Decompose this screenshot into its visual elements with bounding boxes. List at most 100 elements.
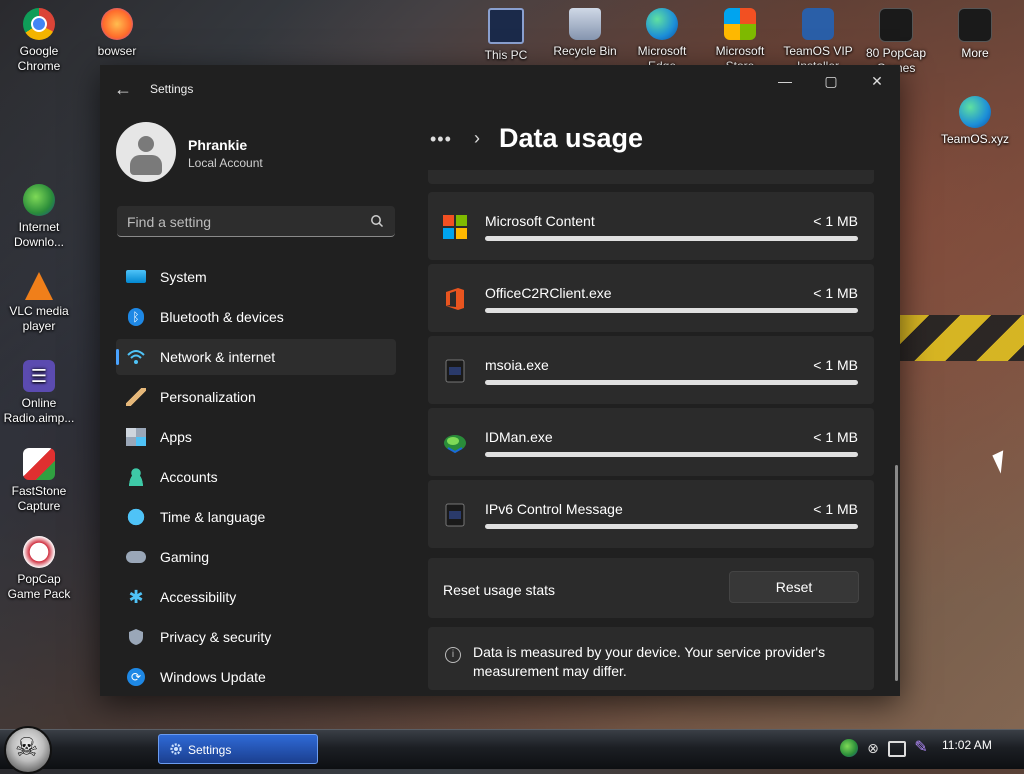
store-icon (724, 8, 756, 40)
sidebar-item-accessibility[interactable]: ✱ Accessibility (116, 579, 396, 615)
exe-icon (445, 359, 465, 383)
desktop-icon-teamos-xyz[interactable]: TeamOS.xyz (937, 96, 1013, 147)
usage-bar (485, 524, 858, 529)
idm-tray-icon[interactable] (840, 739, 858, 757)
monitor-icon (126, 270, 146, 283)
more-folder-icon (958, 8, 992, 42)
computer-icon (488, 8, 524, 44)
search-input[interactable]: Find a setting (117, 206, 395, 237)
pen-tray-icon[interactable]: ✎ (912, 739, 930, 757)
sidebar-item-system[interactable]: System (116, 259, 396, 295)
desktop-icon-this-pc[interactable]: This PC (468, 8, 544, 63)
recycle-bin-icon (569, 8, 601, 40)
avatar-head (138, 136, 154, 152)
usage-bar (485, 236, 858, 241)
list-item[interactable]: msoia.exe < 1 MB (428, 336, 874, 404)
wifi-icon (127, 350, 145, 364)
desktop-icon-label: This PC (484, 48, 528, 62)
desktop-icon-label: FastStone Capture (11, 484, 67, 513)
start-button[interactable] (4, 726, 52, 774)
desktop-icon-recycle-bin[interactable]: Recycle Bin (547, 8, 623, 59)
taskbar-task-label: Settings (188, 743, 232, 757)
sidebar-item-apps[interactable]: Apps (116, 419, 396, 455)
sidebar-item-label: System (160, 269, 207, 285)
usage-bar (485, 308, 858, 313)
sidebar-item-personalization[interactable]: Personalization (116, 379, 396, 415)
sidebar-item-privacy[interactable]: Privacy & security (116, 619, 396, 655)
sidebar-item-label: Accessibility (160, 589, 237, 605)
update-icon: ⟳ (127, 668, 145, 686)
desktop-icon-label: TeamOS.xyz (940, 132, 1009, 146)
list-item[interactable]: IDMan.exe < 1 MB (428, 408, 874, 476)
office-icon (446, 288, 464, 310)
desktop-icon-label: Recycle Bin (553, 44, 617, 58)
sidebar-item-accounts[interactable]: Accounts (116, 459, 396, 495)
sidebar-item-label: Personalization (160, 389, 256, 405)
sidebar-item-label: Gaming (160, 549, 210, 565)
avatar[interactable] (116, 122, 176, 182)
app-size: < 1 MB (813, 285, 858, 301)
app-name: IPv6 Control Message (485, 501, 623, 517)
sidebar-item-label: Accounts (160, 469, 218, 485)
scrollbar[interactable] (895, 465, 898, 681)
list-item[interactable]: Microsoft Content < 1 MB (428, 192, 874, 260)
firefox-icon (101, 8, 133, 40)
search-icon (371, 215, 384, 228)
settings-window: ← Settings — ▢ ✕ Phrankie Local Account … (100, 65, 900, 696)
sidebar-item-label: Apps (160, 429, 192, 445)
idm-icon (23, 184, 55, 216)
desktop-icon-vlc[interactable]: VLC media player (1, 272, 77, 334)
globe-clock-icon (126, 508, 146, 526)
reset-button[interactable]: Reset (729, 571, 859, 603)
close-button[interactable]: ✕ (854, 65, 900, 97)
brush-icon (126, 388, 146, 406)
sidebar-item-windows-update[interactable]: ⟳ Windows Update (116, 659, 396, 695)
sidebar-item-gaming[interactable]: Gaming (116, 539, 396, 575)
minimize-button[interactable]: — (762, 65, 808, 97)
taskbar-task-settings[interactable]: Settings (158, 734, 318, 764)
sidebar-item-time-language[interactable]: Time & language (116, 499, 396, 535)
exe-icon (445, 503, 465, 527)
info-icon: i (445, 647, 461, 663)
sidebar-item-label: Windows Update (160, 669, 266, 685)
desktop-icon-idm[interactable]: Internet Downlo... (1, 184, 77, 250)
desktop-icon-label: Online Radio.aimp... (3, 396, 75, 425)
desktop-icon-label: VLC media player (9, 304, 69, 333)
desktop-icon-label: bowser (97, 44, 137, 58)
vlc-icon (25, 272, 53, 300)
chrome-icon (23, 8, 55, 40)
app-name: IDMan.exe (485, 429, 553, 445)
maximize-button[interactable]: ▢ (808, 65, 854, 97)
taskbar-clock[interactable]: 11:02 AM (942, 738, 992, 752)
popcap-games-icon (879, 8, 913, 42)
idm-icon (444, 435, 466, 454)
desktop-icon-chrome[interactable]: Google Chrome (1, 8, 77, 74)
app-size: < 1 MB (813, 501, 858, 517)
list-item[interactable]: IPv6 Control Message < 1 MB (428, 480, 874, 548)
breadcrumb-more-button[interactable]: ••• (430, 129, 452, 150)
network-tray-icon[interactable]: ⊗ (864, 739, 882, 757)
desktop-icon-radio[interactable]: ☰ Online Radio.aimp... (1, 360, 77, 426)
person-icon (126, 468, 146, 486)
profile-account-type: Local Account (188, 156, 263, 170)
gear-icon (170, 743, 182, 755)
sidebar-item-bluetooth[interactable]: ᛒ Bluetooth & devices (116, 299, 396, 335)
info-text: Data is measured by your device. Your se… (473, 644, 826, 679)
sidebar-item-label: Network & internet (160, 349, 276, 365)
display-tray-icon[interactable] (888, 741, 906, 757)
list-item[interactable]: OfficeC2RClient.exe < 1 MB (428, 264, 874, 332)
title-bar[interactable]: ← Settings — ▢ ✕ (100, 65, 900, 113)
desktop-icon-label: Internet Downlo... (13, 220, 65, 249)
desktop-icon-popcap[interactable]: PopCap Game Pack (1, 536, 77, 602)
app-name: Microsoft Content (485, 213, 595, 229)
back-arrow-icon[interactable]: ← (114, 79, 134, 99)
app-size: < 1 MB (813, 429, 858, 445)
desktop-icon-faststone[interactable]: FastStone Capture (1, 448, 77, 514)
bluetooth-icon: ᛒ (128, 308, 144, 326)
desktop-icon-bowser[interactable]: bowser (79, 8, 155, 59)
popcap-icon (23, 536, 55, 568)
desktop-icon-more[interactable]: More (937, 8, 1013, 61)
taskbar: Settings ⊗ ✎ 11:02 AM (0, 726, 1024, 774)
sidebar-item-network[interactable]: Network & internet (116, 339, 396, 375)
breadcrumb-chevron-icon: › (474, 128, 480, 148)
